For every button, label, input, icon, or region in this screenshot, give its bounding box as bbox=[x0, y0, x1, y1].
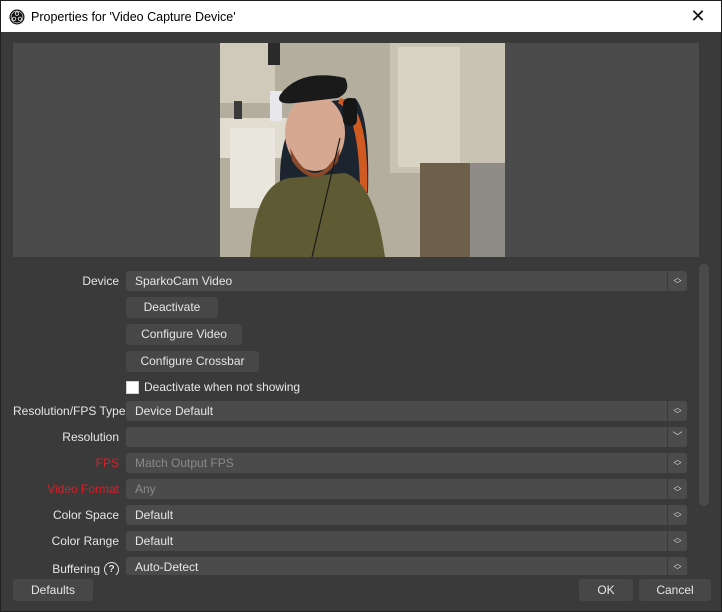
resolution-dropdown[interactable]: ﹀ bbox=[126, 427, 687, 447]
color-range-row: Color Range Default ︿ ﹀ bbox=[13, 531, 687, 551]
color-range-value: Default bbox=[135, 534, 174, 548]
color-range-label: Color Range bbox=[51, 534, 119, 548]
obs-logo-icon bbox=[9, 9, 25, 25]
color-range-dropdown[interactable]: Default ︿ ﹀ bbox=[126, 531, 687, 551]
fps-label: FPS bbox=[95, 456, 119, 470]
resolution-fps-type-row: Resolution/FPS Type Device Default ︿ ﹀ bbox=[13, 401, 687, 421]
resolution-row: Resolution ﹀ bbox=[13, 427, 687, 447]
resolution-fps-type-dropdown[interactable]: Device Default ︿ ﹀ bbox=[126, 401, 687, 421]
webcam-preview-image bbox=[220, 43, 505, 257]
video-format-label: Video Format bbox=[47, 482, 119, 496]
close-icon: ✕ bbox=[690, 6, 706, 26]
buffering-value: Auto-Detect bbox=[135, 560, 199, 574]
configure-video-button[interactable]: Configure Video bbox=[126, 324, 242, 345]
up-down-arrows-icon: ︿ ﹀ bbox=[667, 401, 687, 421]
up-down-arrows-icon: ︿ ﹀ bbox=[667, 505, 687, 525]
help-question-icon[interactable]: ? bbox=[104, 562, 119, 575]
device-row: Device SparkoCam Video ︿ ﹀ bbox=[13, 271, 687, 291]
resolution-label: Resolution bbox=[62, 430, 119, 444]
resolution-fps-type-value: Device Default bbox=[135, 404, 214, 418]
fps-dropdown[interactable]: Match Output FPS ︿ ﹀ bbox=[126, 453, 687, 473]
title-bar: Properties for 'Video Capture Device' ✕ bbox=[1, 1, 721, 32]
ok-button[interactable]: OK bbox=[579, 579, 633, 601]
color-space-label: Color Space bbox=[52, 508, 119, 522]
buffering-label: Buffering bbox=[52, 562, 100, 575]
window-title: Properties for 'Video Capture Device' bbox=[31, 9, 236, 24]
fps-row: FPS Match Output FPS ︿ ﹀ bbox=[13, 453, 687, 473]
up-down-arrows-icon: ︿ ﹀ bbox=[667, 271, 687, 291]
deactivate-when-not-showing-row: Deactivate when not showing bbox=[126, 379, 300, 395]
up-down-arrows-icon: ︿ ﹀ bbox=[667, 557, 687, 575]
properties-scroll-panel: Device SparkoCam Video ︿ ﹀ Deactivate Con… bbox=[13, 265, 711, 575]
close-button[interactable]: ✕ bbox=[675, 1, 721, 32]
device-dropdown[interactable]: SparkoCam Video ︿ ﹀ bbox=[126, 271, 687, 291]
video-preview-area bbox=[13, 43, 699, 257]
device-label: Device bbox=[82, 274, 119, 288]
up-down-arrows-icon: ︿ ﹀ bbox=[667, 531, 687, 551]
cancel-button[interactable]: Cancel bbox=[639, 579, 711, 601]
resolution-fps-type-label: Resolution/FPS Type bbox=[13, 404, 126, 418]
color-space-value: Default bbox=[135, 508, 174, 522]
deactivate-when-not-showing-checkbox[interactable] bbox=[126, 380, 139, 394]
buffering-label-group: Buffering? bbox=[13, 559, 119, 575]
color-space-row: Color Space Default ︿ ﹀ bbox=[13, 505, 687, 525]
configure-crossbar-button[interactable]: Configure Crossbar bbox=[126, 351, 259, 372]
properties-dialog: Properties for 'Video Capture Device' ✕ bbox=[0, 0, 722, 612]
video-format-dropdown[interactable]: Any ︿ ﹀ bbox=[126, 479, 687, 499]
video-format-value: Any bbox=[135, 482, 156, 496]
fps-value: Match Output FPS bbox=[135, 456, 234, 470]
defaults-button[interactable]: Defaults bbox=[13, 579, 93, 601]
up-down-arrows-icon: ︿ ﹀ bbox=[667, 453, 687, 473]
buffering-row: Buffering? Auto-Detect ︿ ﹀ bbox=[13, 557, 687, 575]
color-space-dropdown[interactable]: Default ︿ ﹀ bbox=[126, 505, 687, 525]
deactivate-button[interactable]: Deactivate bbox=[126, 297, 218, 318]
chevron-down-icon: ﹀ bbox=[667, 427, 687, 447]
video-format-row: Video Format Any ︿ ﹀ bbox=[13, 479, 687, 499]
buffering-dropdown[interactable]: Auto-Detect ︿ ﹀ bbox=[126, 557, 687, 575]
deactivate-when-not-showing-label: Deactivate when not showing bbox=[144, 380, 301, 394]
device-value: SparkoCam Video bbox=[135, 274, 233, 288]
vertical-scrollbar[interactable] bbox=[699, 264, 709, 506]
up-down-arrows-icon: ︿ ﹀ bbox=[667, 479, 687, 499]
